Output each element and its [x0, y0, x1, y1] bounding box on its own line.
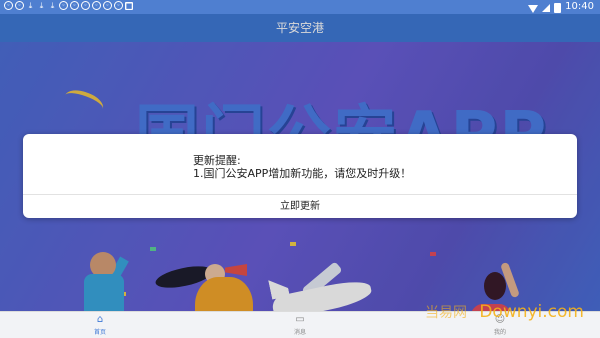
nav-item-messages[interactable]: ▭ 消息	[200, 312, 400, 338]
download-icon: ⤓	[28, 0, 33, 10]
ring-icon: ◦	[81, 1, 90, 10]
status-time: 10:40	[565, 1, 594, 12]
box-icon: ■	[125, 1, 133, 10]
ring-icon: ◦	[92, 1, 101, 10]
nav-item-home[interactable]: ⌂ 首页	[0, 312, 200, 338]
notification-icons: ◦ ◦ ⤓ ⤓ ⤓ ◦ ◦ ◦ ◦ ◦ ◦ ■	[4, 1, 133, 10]
ring-icon: ◦	[4, 1, 13, 10]
wifi-icon	[528, 4, 539, 13]
ring-icon: ◦	[70, 1, 79, 10]
watermark: Downyi.com	[479, 302, 584, 322]
ring-icon: ◦	[59, 1, 68, 10]
dialog-message: 1.国门公安APP增加新功能，请您及时升级！	[193, 167, 412, 180]
home-icon: ⌂	[96, 314, 104, 325]
download-icon: ⤓	[39, 0, 44, 10]
ring-icon: ◦	[103, 1, 112, 10]
nav-label-home: 首页	[93, 329, 106, 336]
status-indicators: 10:40	[528, 0, 594, 14]
battery-icon	[554, 3, 562, 13]
download-icon: ⤓	[50, 0, 55, 10]
update-now-button[interactable]: 立即更新	[23, 195, 577, 218]
ring-icon: ◦	[15, 1, 24, 10]
ring-icon: ◦	[114, 1, 123, 10]
status-bar: ◦ ◦ ⤓ ⤓ ⤓ ◦ ◦ ◦ ◦ ◦ ◦ ■ 10:40	[0, 0, 600, 14]
nav-label-messages: 消息	[293, 329, 306, 336]
signal-icon	[542, 4, 551, 12]
nav-label-profile: 我的	[493, 329, 506, 336]
watermark-cn: 当易网	[425, 305, 467, 321]
update-dialog: 更新提醒: 1.国门公安APP增加新功能，请您及时升级！ 立即更新	[23, 134, 577, 218]
message-icon: ▭	[295, 314, 305, 325]
